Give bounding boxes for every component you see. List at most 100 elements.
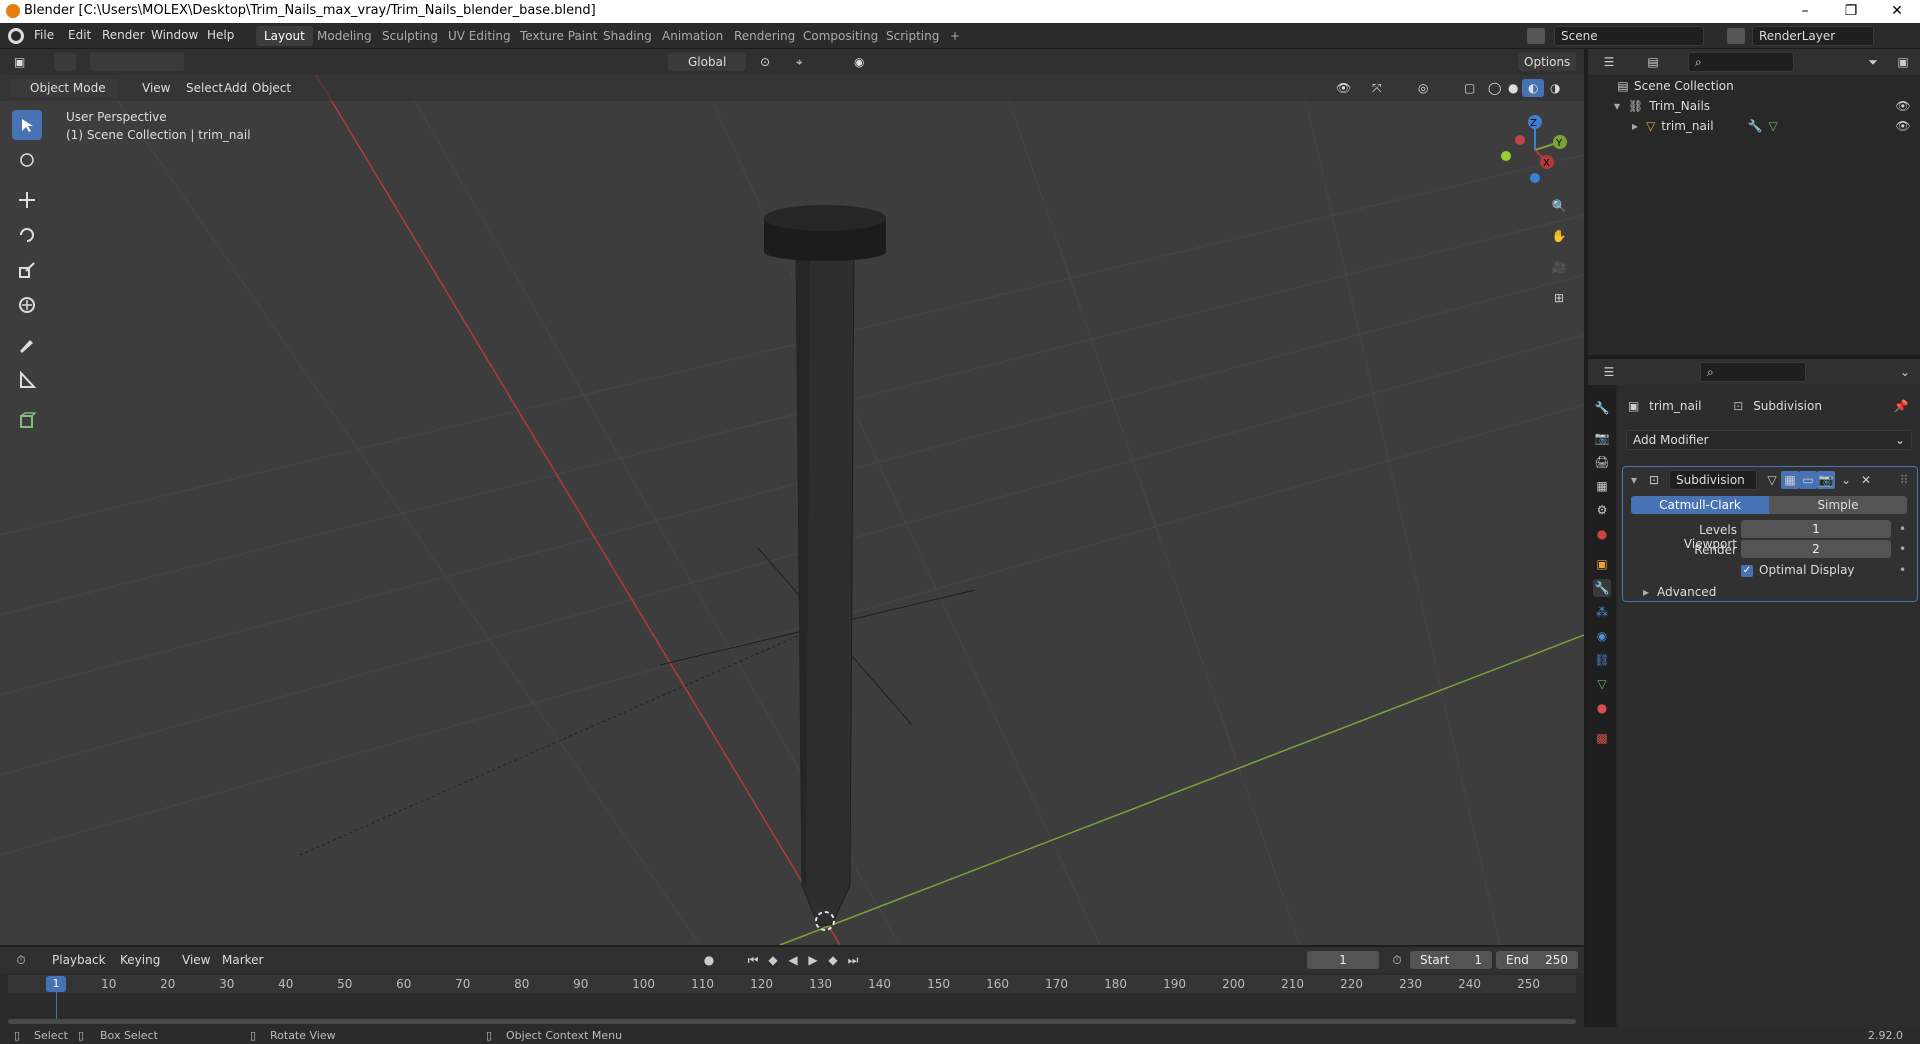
outliner-editor-type-icon[interactable]: ☰ [1600, 53, 1618, 71]
overlay-icon[interactable]: ◎ [1412, 79, 1434, 97]
remove-modifier-icon[interactable]: ✕ [1857, 471, 1875, 489]
drag-handle-icon[interactable]: ⠿ [1895, 471, 1913, 489]
eye-icon[interactable]: 👁 [1894, 97, 1912, 115]
advanced-subpanel[interactable]: ▸ Advanced [1643, 585, 1716, 599]
keyframe-dot-icon[interactable]: • [1899, 522, 1906, 536]
current-frame-marker[interactable]: 1 [46, 976, 66, 992]
options-dropdown[interactable]: Options [1518, 53, 1577, 71]
tab-rendering[interactable]: Rendering [726, 26, 803, 46]
proportional-edit-icon[interactable]: ◉ [848, 53, 870, 71]
annotate-tool-icon[interactable] [12, 330, 42, 360]
object-tab-icon[interactable]: ▣ [1593, 555, 1611, 573]
add-modifier-dropdown[interactable]: Add Modifier ⌄ [1626, 430, 1912, 450]
rotate-tool-icon[interactable] [12, 220, 42, 250]
timeline-editor-type-icon[interactable]: ⏱ [12, 951, 30, 969]
timeline-scrollbar[interactable] [8, 1019, 1576, 1024]
modifier-tab-icon[interactable]: 🔧 [1593, 579, 1611, 597]
keyframe-dot-icon[interactable]: • [1899, 563, 1906, 577]
jump-end-icon[interactable]: ⏭ [844, 951, 862, 969]
tab-shading[interactable]: Shading [595, 26, 660, 46]
xray-icon[interactable]: ▢ [1458, 79, 1481, 97]
pan-hand-icon[interactable]: ✋ [1546, 223, 1572, 249]
tab-layout[interactable]: Layout [256, 26, 313, 46]
snap-icon[interactable]: ⌖ [790, 53, 809, 71]
play-reverse-icon[interactable]: ◀ [784, 951, 802, 969]
menu-edit[interactable]: Edit [68, 28, 91, 42]
catmull-clark-button[interactable]: Catmull-Clark [1631, 496, 1769, 514]
new-collection-icon[interactable]: ▣ [1894, 53, 1912, 71]
jump-keyframe-back-icon[interactable]: ◆ [764, 951, 782, 969]
menu-keying[interactable]: Keying [114, 951, 166, 969]
gizmo-icon[interactable]: ⤧ [1366, 79, 1388, 97]
pin-icon[interactable]: 📌 [1892, 397, 1910, 415]
tab-modeling[interactable]: Modeling [309, 26, 380, 46]
play-icon[interactable]: ▶ [804, 951, 822, 969]
editor-type-icon[interactable]: ▣ [8, 53, 31, 71]
properties-search-input[interactable]: ⌕ [1700, 362, 1806, 382]
menu-help[interactable]: Help [207, 28, 234, 42]
menu-playback[interactable]: Playback [46, 951, 112, 969]
scene-icon[interactable] [1527, 28, 1545, 44]
cursor-tool-icon[interactable] [12, 145, 42, 175]
properties-options-icon[interactable]: ⌄ [1896, 363, 1914, 381]
current-frame-field[interactable]: 1 [1307, 951, 1379, 969]
view-layer-icon[interactable] [1727, 28, 1745, 44]
optimal-display-checkbox[interactable]: ✓ [1741, 565, 1753, 577]
scene-tab-icon[interactable]: ⚙ [1593, 501, 1611, 519]
ortho-grid-icon[interactable]: ⊞ [1546, 285, 1572, 311]
tab-uv-editing[interactable]: UV Editing [440, 26, 519, 46]
visibility-icon[interactable]: 👁 [1330, 79, 1357, 97]
blender-menu-icon[interactable] [8, 28, 24, 44]
particles-tab-icon[interactable]: ⁂ [1593, 603, 1611, 621]
render-levels-field[interactable]: 2 [1741, 540, 1891, 558]
move-tool-icon[interactable] [12, 185, 42, 215]
auto-keying-icon[interactable]: ● [700, 951, 718, 969]
minimize-button[interactable]: – [1782, 0, 1828, 23]
filter-icon[interactable]: ⏷ [1864, 53, 1882, 71]
jump-keyframe-forward-icon[interactable]: ◆ [824, 951, 842, 969]
material-shading-icon[interactable]: ◐ [1522, 79, 1545, 97]
start-frame-field[interactable]: Start 1 [1410, 951, 1492, 969]
keyframe-dot-icon[interactable]: • [1899, 542, 1906, 556]
outliner-collection-trim-nails[interactable]: ▾ ⛓ Trim_Nails [1614, 99, 1710, 113]
transform-orientation-dropdown[interactable]: Global [668, 53, 746, 71]
physics-tab-icon[interactable]: ◉ [1593, 627, 1611, 645]
display-mode-icon[interactable]: ▤ [1644, 53, 1662, 71]
tab-animation[interactable]: Animation [654, 26, 731, 46]
collapse-icon[interactable]: ▾ [1631, 473, 1637, 487]
maximize-button[interactable]: ❐ [1828, 0, 1874, 23]
cage-toggle-icon[interactable]: ▦ [1781, 471, 1799, 489]
3d-viewport[interactable]: User Perspective (1) Scene Collection | … [0, 75, 1584, 945]
world-tab-icon[interactable]: ● [1593, 525, 1611, 543]
view-layer-field[interactable]: RenderLayer [1752, 26, 1874, 46]
outliner-object-trim-nail[interactable]: ▸ ▽ trim_nail 🔧 ▽ [1632, 119, 1778, 133]
output-tab-icon[interactable]: 🖨 [1593, 453, 1611, 471]
material-tab-icon[interactable]: ● [1593, 699, 1611, 717]
menu-timeline-view[interactable]: View [176, 951, 216, 969]
outliner-scene-collection[interactable]: ▤ Scene Collection [1614, 79, 1733, 93]
modifier-name-input[interactable]: Subdivision [1669, 470, 1757, 490]
menu-render[interactable]: Render [102, 28, 145, 42]
add-cube-tool-icon[interactable] [12, 405, 42, 435]
rendered-shading-icon[interactable]: ◑ [1544, 79, 1566, 97]
scene-name-field[interactable]: Scene [1554, 26, 1704, 46]
select-tool-icon[interactable] [54, 53, 76, 71]
scale-tool-icon[interactable] [12, 255, 42, 285]
menu-object[interactable]: Object [246, 79, 297, 97]
tab-texture-paint[interactable]: Texture Paint [512, 26, 605, 46]
tab-compositing[interactable]: Compositing [795, 26, 886, 46]
close-window-button[interactable]: ✕ [1874, 0, 1920, 23]
select-box-tool-icon[interactable] [12, 110, 42, 140]
measure-tool-icon[interactable] [12, 365, 42, 395]
add-workspace-button[interactable]: + [942, 26, 968, 46]
mesh-data-tab-icon[interactable]: ▽ [1593, 675, 1611, 693]
menu-file[interactable]: File [34, 28, 54, 42]
viewport-toggle-icon[interactable]: ▭ [1799, 471, 1817, 489]
properties-editor-type-icon[interactable]: ☰ [1600, 363, 1618, 381]
end-frame-field[interactable]: End 250 [1496, 951, 1578, 969]
menu-view[interactable]: View [136, 79, 176, 97]
view-layer-tab-icon[interactable]: ▦ [1593, 477, 1611, 495]
mode-dropdown[interactable]: Object Mode [10, 79, 118, 97]
menu-window[interactable]: Window [151, 28, 198, 42]
zoom-icon[interactable]: 🔍 [1546, 193, 1572, 219]
